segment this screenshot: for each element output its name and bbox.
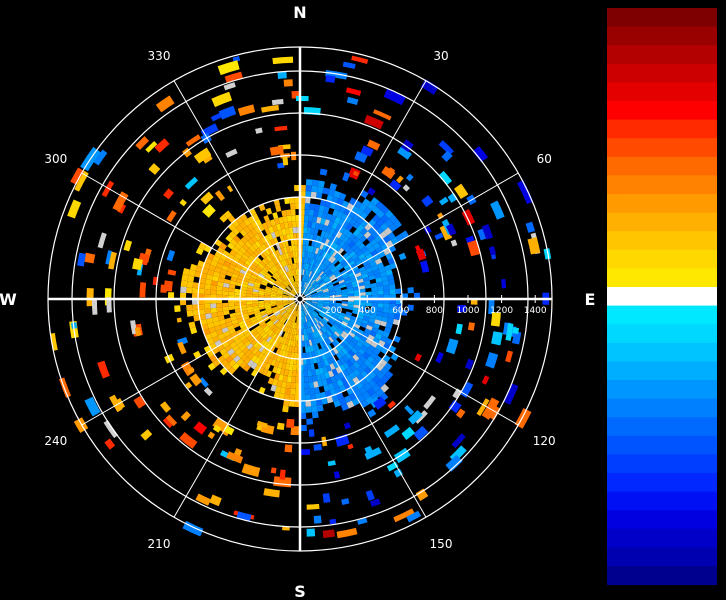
legend-label: 1.33m/s (609, 254, 652, 266)
legend-label: 0.67m/s (609, 272, 652, 284)
legend-label: 2.67m/s (609, 217, 652, 229)
legend-label: 6.00m/s (609, 124, 652, 136)
legend-label: 8.00m/s (609, 68, 652, 80)
legend-label: 4.00m/s (609, 179, 652, 191)
legend-label: -9.33m/s (609, 551, 655, 563)
legend-label: -2.67m/s (609, 365, 655, 377)
legend-label: 0.00m/s (609, 291, 652, 303)
legend-label: 8.67m/s (609, 49, 652, 61)
legend-label: 6.87m/s (609, 105, 652, 117)
legend-label: -4.67m/s (609, 421, 655, 433)
legend-label: -2.00m/s (609, 347, 655, 359)
legend-label: -10.00m/s (609, 570, 662, 582)
legend-label: -8.00m/s (609, 514, 655, 526)
legend-label: -6.00m/s (609, 458, 655, 470)
legend-label: -6.67m/s (609, 477, 655, 489)
legend-label: 5.33m/s (609, 142, 652, 154)
legend-label: -5.33m/s (609, 440, 655, 452)
legend-label: 10.00m/s (609, 12, 658, 24)
legend-label: -3.33m/s (609, 384, 655, 396)
color-legend: 10.00m/s 9.33m/s 8.67m/s 8.00m/s 7.33m/s 6.87… (607, 8, 717, 586)
legend-label: 9.33m/s (609, 31, 652, 43)
legend-label: -7.33m/s (609, 496, 655, 508)
legend-label: -4.00m/s (609, 403, 655, 415)
legend-label: 4.67m/s (609, 161, 652, 173)
legend-label: -8.67m/s (609, 533, 655, 545)
legend-label: -1.33m/s (609, 328, 655, 340)
legend-label: -0.67m/s (609, 310, 655, 322)
legend-label: 3.33m/s (609, 198, 652, 210)
legend-label: 7.33m/s (609, 86, 652, 98)
legend-label: 2.00m/s (609, 235, 652, 247)
